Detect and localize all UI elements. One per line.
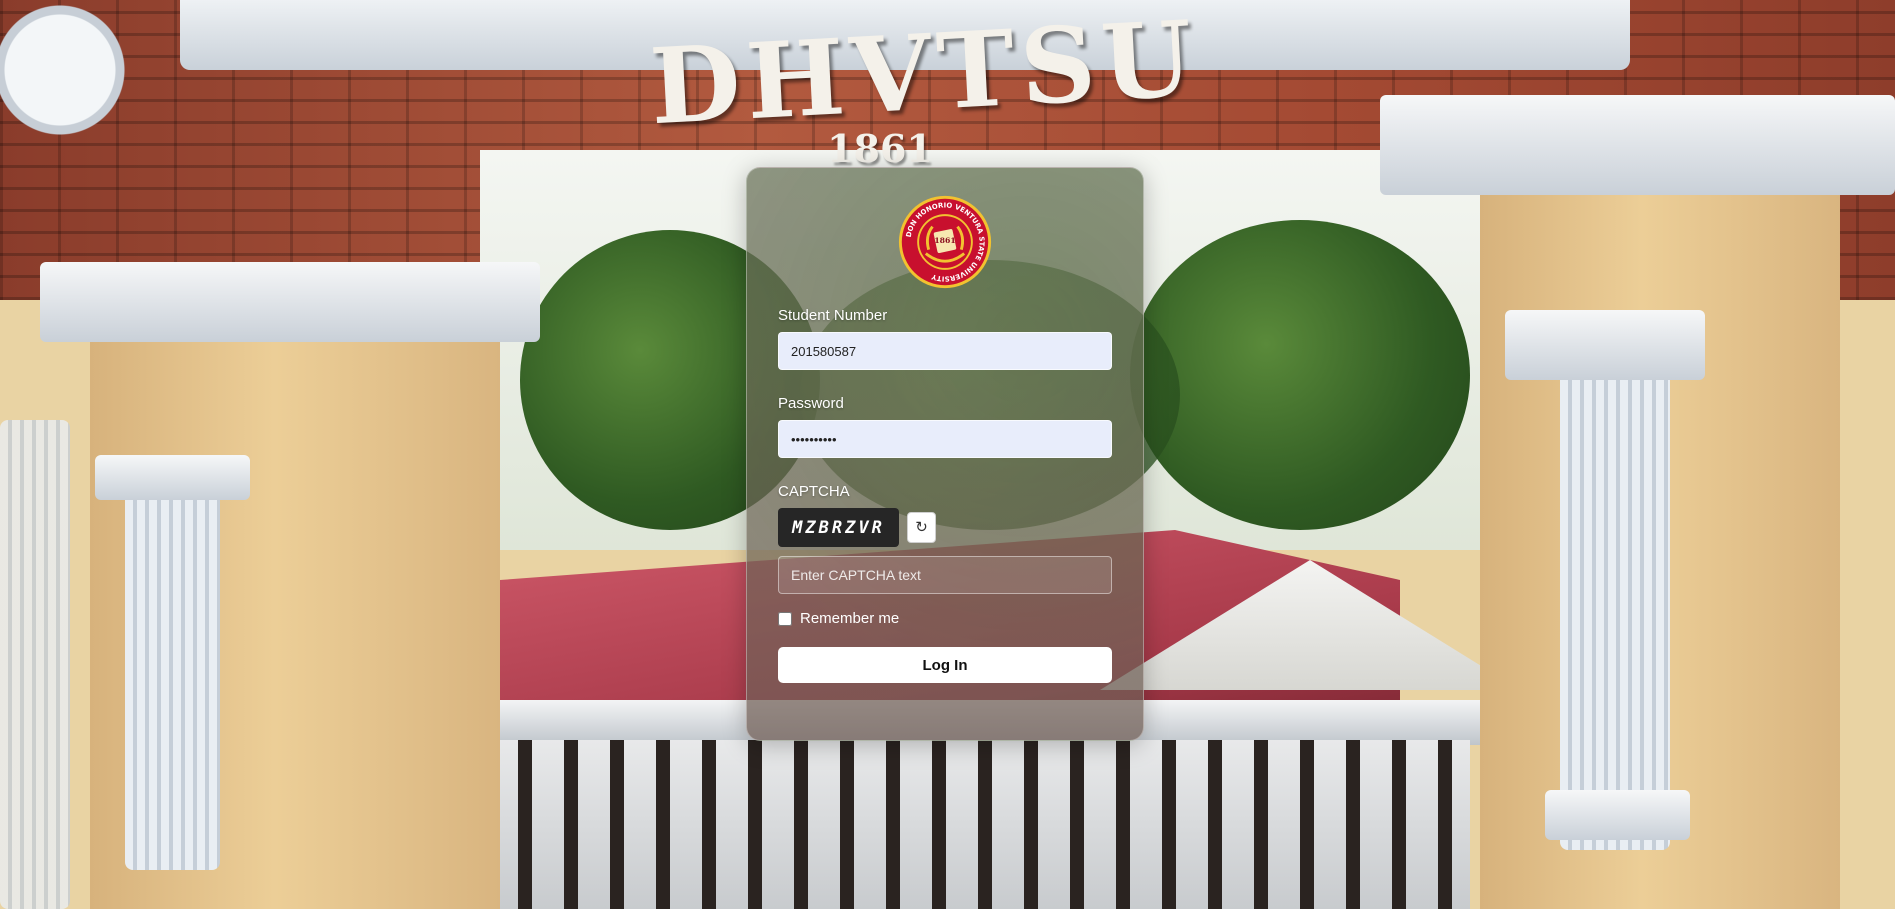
- column-capital-left: [95, 455, 250, 500]
- remember-me-label: Remember me: [800, 610, 900, 627]
- seal-center-year: 1861: [934, 236, 955, 245]
- building-year: 1861: [827, 126, 933, 171]
- login-card: DON HONORIO VENTURA STATE UNIVERSITY 186…: [746, 167, 1144, 741]
- ornament-scroll: [0, 0, 200, 140]
- captcha-input[interactable]: [778, 556, 1112, 594]
- column-far-left: [0, 420, 70, 909]
- password-label: Password: [778, 395, 844, 412]
- logo-container: DON HONORIO VENTURA STATE UNIVERSITY 186…: [778, 194, 1112, 290]
- pillar-cap-right: [1380, 95, 1895, 195]
- captcha-image: MZBRZVR: [778, 508, 899, 547]
- pillar-cap-left: [40, 262, 540, 342]
- railing: [410, 740, 1470, 909]
- captcha-row: MZBRZVR ↻: [778, 508, 1112, 547]
- column-left: [125, 470, 220, 870]
- login-button[interactable]: Log In: [778, 647, 1112, 683]
- student-number-input[interactable]: [778, 332, 1112, 370]
- column-base-right: [1545, 790, 1690, 840]
- captcha-label: CAPTCHA: [778, 483, 850, 500]
- column-right: [1560, 370, 1670, 850]
- refresh-captcha-button[interactable]: ↻: [907, 512, 936, 543]
- password-input[interactable]: [778, 420, 1112, 458]
- university-seal-icon: DON HONORIO VENTURA STATE UNIVERSITY 186…: [898, 195, 992, 289]
- refresh-icon: ↻: [915, 518, 928, 536]
- tree: [1130, 220, 1470, 530]
- student-number-label: Student Number: [778, 307, 888, 324]
- remember-me-checkbox[interactable]: [778, 611, 792, 626]
- column-capital-right: [1505, 310, 1705, 380]
- remember-me-row[interactable]: Remember me: [778, 610, 1112, 627]
